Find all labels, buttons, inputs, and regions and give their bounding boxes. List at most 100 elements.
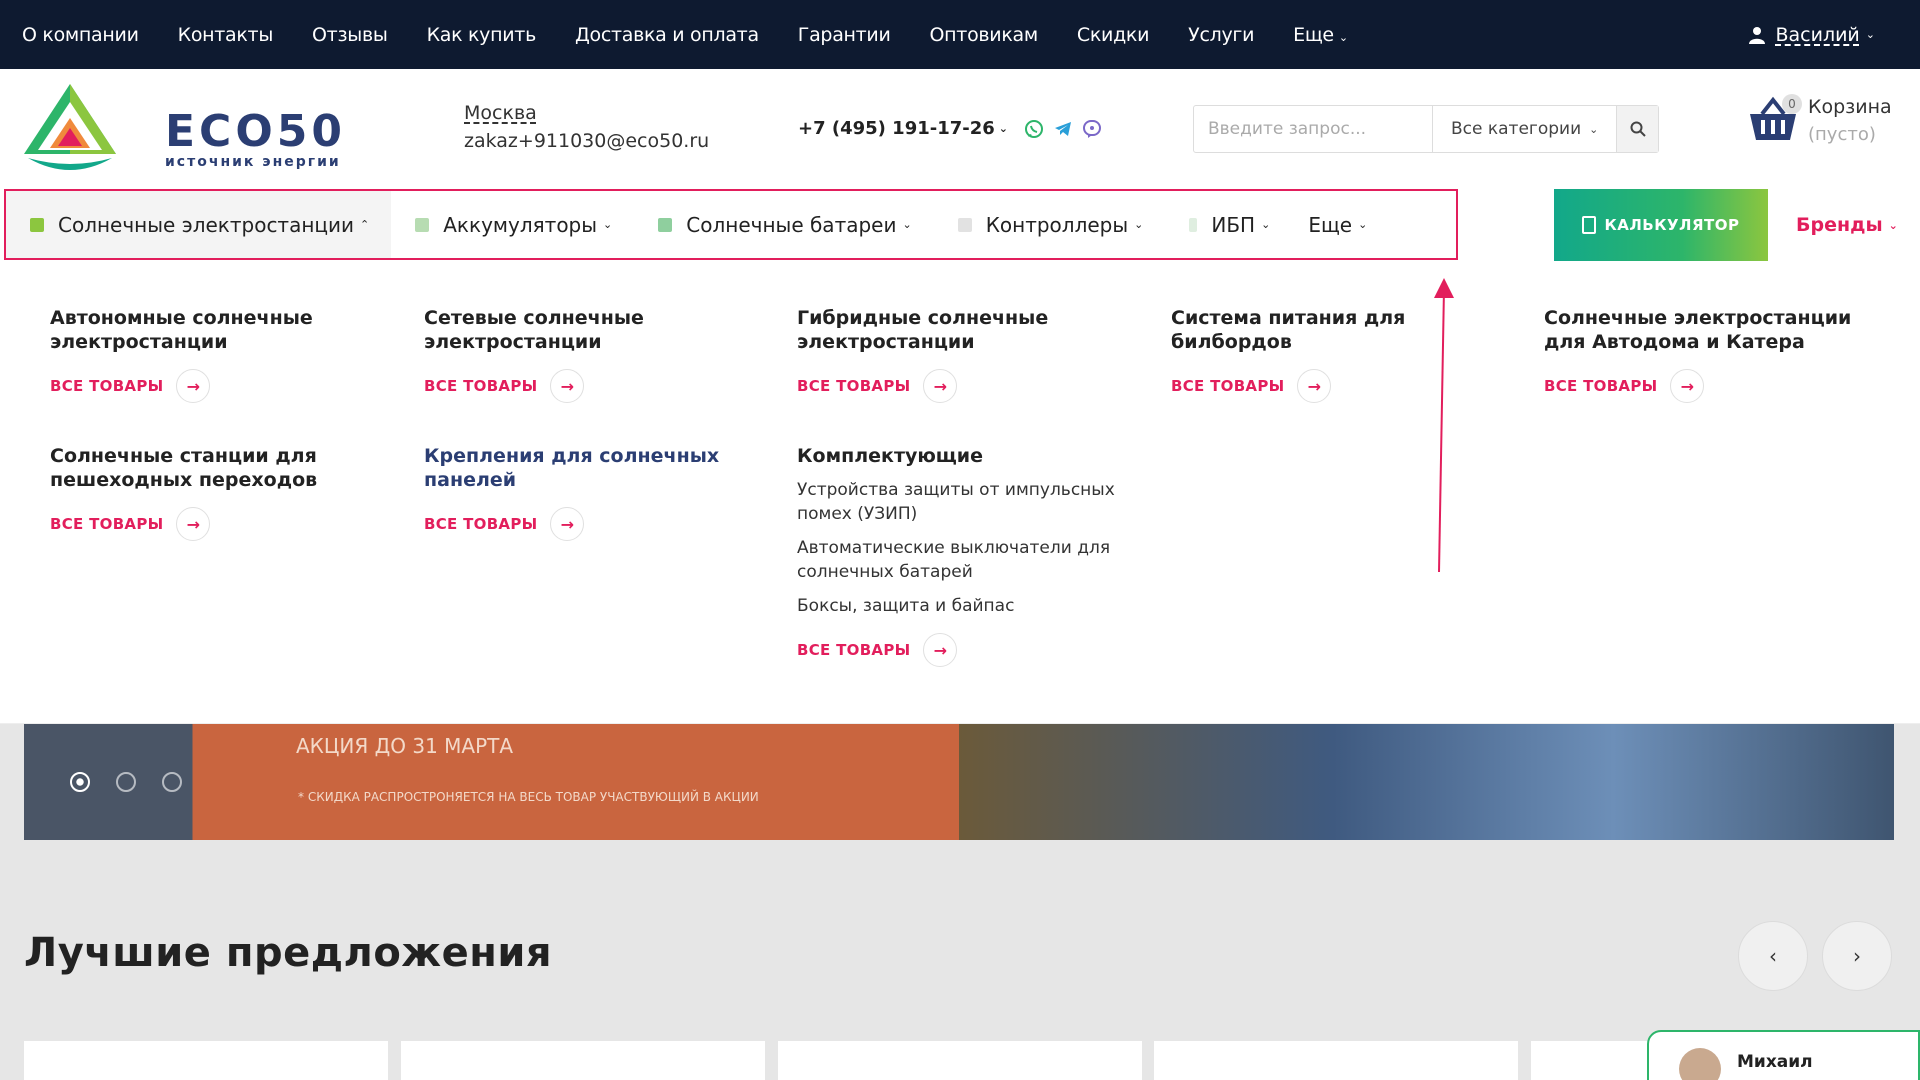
cart[interactable]: 0 Корзина (пусто) [1748, 94, 1892, 145]
arrow-right-icon: → [1670, 369, 1705, 403]
all-products-label: ВСЕ ТОВАРЫ [1544, 377, 1658, 395]
user-menu[interactable]: Василий ⌄ [1749, 0, 1875, 69]
top-nav-services[interactable]: Услуги [1188, 24, 1254, 46]
mega-item-title[interactable]: Солнечные станции для пешеходных переход… [50, 444, 390, 492]
search-button[interactable] [1616, 106, 1658, 152]
all-products-label: ВСЕ ТОВАРЫ [50, 377, 164, 395]
all-products-label: ВСЕ ТОВАРЫ [424, 515, 538, 533]
catalog-nav: Солнечные электростанции ⌃ Аккумуляторы … [0, 189, 1920, 261]
chevron-down-icon: ⌄ [902, 218, 912, 231]
mega-item-title[interactable]: Комплектующие [797, 444, 1137, 468]
search-bar: Все категории ⌄ [1193, 105, 1659, 153]
all-products-label: ВСЕ ТОВАРЫ [797, 377, 911, 395]
slider-dots [70, 772, 208, 792]
basket: 0 [1748, 94, 1802, 142]
chevron-down-icon[interactable]: ⌄ [999, 122, 1008, 135]
search-input[interactable] [1194, 106, 1432, 152]
city-selector[interactable]: Москва [464, 102, 709, 124]
telegram-icon[interactable] [1053, 119, 1073, 139]
whatsapp-icon[interactable] [1024, 119, 1044, 139]
top-nav-about[interactable]: О компании [22, 24, 139, 46]
top-nav-contacts[interactable]: Контакты [178, 24, 274, 46]
chevron-down-icon: ⌄ [1589, 122, 1599, 136]
mega-subitem[interactable]: Устройства защиты от импульсных помех (У… [797, 478, 1137, 526]
contacts-block: Москва zakaz+911030@eco50.ru [464, 102, 709, 152]
all-products-link[interactable]: ВСЕ ТОВАРЫ → [424, 369, 764, 403]
slider-dot[interactable] [116, 772, 136, 792]
calculator-button[interactable]: КАЛЬКУЛЯТОР [1554, 189, 1768, 261]
email-link[interactable]: zakaz+911030@eco50.ru [464, 130, 709, 152]
mega-subitem[interactable]: Боксы, защита и байпас [797, 594, 1137, 618]
mega-item-hybrid: Гибридные солнечные электростанции ВСЕ Т… [797, 306, 1137, 403]
cart-label: Корзина [1808, 96, 1892, 118]
annotation-arrow-icon [1434, 278, 1454, 572]
chevron-down-icon: ⌄ [1865, 28, 1875, 41]
all-products-link[interactable]: ВСЕ ТОВАРЫ → [50, 369, 390, 403]
section-title: Лучшие предложения [24, 930, 553, 976]
logo-name: ECO50 [165, 106, 346, 157]
top-nav-delivery[interactable]: Доставка и оплата [575, 24, 759, 46]
top-nav-warranty[interactable]: Гарантии [798, 24, 891, 46]
catnav-solar-stations[interactable]: Солнечные электростанции ⌃ [6, 191, 392, 258]
mega-item-title[interactable]: Солнечные электростанции для Автодома и … [1544, 306, 1894, 354]
avatar [1679, 1048, 1721, 1080]
brands-menu[interactable]: Бренды ⌄ [1796, 189, 1898, 261]
all-products-label: ВСЕ ТОВАРЫ [1171, 377, 1285, 395]
mega-item-title[interactable]: Гибридные солнечные электростанции [797, 306, 1137, 354]
product-card[interactable] [24, 1041, 388, 1080]
chevron-right-icon: › [1853, 944, 1861, 968]
mega-item-title[interactable]: Автономные солнечные электростанции [50, 306, 390, 354]
slider-dot[interactable] [70, 772, 90, 792]
slider-next-button[interactable]: › [1822, 921, 1892, 991]
all-products-link[interactable]: ВСЕ ТОВАРЫ → [797, 369, 1137, 403]
category-select-value: Все категории [1451, 119, 1582, 139]
top-nav-more[interactable]: Еще ⌄ [1293, 24, 1348, 46]
cart-status: (пусто) [1808, 124, 1876, 145]
viber-icon[interactable] [1082, 119, 1102, 139]
product-card[interactable] [778, 1041, 1142, 1080]
chevron-left-icon: ‹ [1769, 944, 1777, 968]
mega-item-title[interactable]: Система питания для билбордов [1171, 306, 1511, 354]
social-links [1024, 119, 1111, 139]
top-nav-how-to-buy[interactable]: Как купить [427, 24, 537, 46]
all-products-link[interactable]: ВСЕ ТОВАРЫ → [50, 507, 390, 541]
mega-subitem[interactable]: Автоматические выключатели для солнечных… [797, 536, 1137, 584]
all-products-link[interactable]: ВСЕ ТОВАРЫ → [424, 507, 764, 541]
catnav-batteries[interactable]: Аккумуляторы ⌄ [391, 191, 634, 258]
all-products-link[interactable]: ВСЕ ТОВАРЫ → [1544, 369, 1894, 403]
top-nav-discounts[interactable]: Скидки [1077, 24, 1150, 46]
mega-item-grid: Сетевые солнечные электростанции ВСЕ ТОВ… [424, 306, 764, 403]
catnav-solar-panels[interactable]: Солнечные батареи ⌄ [634, 191, 933, 258]
promo-banner[interactable]: АКЦИЯ ДО 31 МАРТА * СКИДКА РАСПРОСТРОНЯЕ… [24, 724, 1894, 840]
catnav-more[interactable]: Еще ⌄ [1292, 191, 1389, 258]
category-select[interactable]: Все категории ⌄ [1432, 106, 1616, 152]
catnav-solar-panels-label: Солнечные батареи [686, 212, 897, 237]
chat-widget[interactable]: Михаил [1647, 1030, 1920, 1080]
catnav-controllers[interactable]: Контроллеры ⌄ [934, 191, 1166, 258]
mega-item-title[interactable]: Сетевые солнечные электростанции [424, 306, 764, 354]
chevron-down-icon: ⌄ [1338, 30, 1348, 44]
product-card[interactable] [1154, 1041, 1518, 1080]
catnav-ups-label: ИБП [1211, 212, 1256, 237]
all-products-link[interactable]: ВСЕ ТОВАРЫ → [797, 633, 1137, 667]
slider-prev-button[interactable]: ‹ [1738, 921, 1808, 991]
user-icon [1749, 26, 1766, 44]
slider-dot[interactable] [162, 772, 182, 792]
logo[interactable]: ECO50 источник энергии [22, 82, 342, 177]
calculator-label: КАЛЬКУЛЯТОР [1604, 216, 1740, 234]
top-nav-reviews[interactable]: Отзывы [312, 24, 388, 46]
top-nav-wholesale[interactable]: Оптовикам [930, 24, 1039, 46]
arrow-right-icon: → [923, 369, 958, 403]
product-card[interactable] [401, 1041, 765, 1080]
mega-item-title[interactable]: Крепления для солнечных панелей [424, 444, 764, 492]
catnav-more-label: Еще [1308, 212, 1353, 237]
all-products-link[interactable]: ВСЕ ТОВАРЫ → [1171, 369, 1511, 403]
banner-note: * СКИДКА РАСПРОСТРОНЯЕТСЯ НА ВЕСЬ ТОВАР … [298, 790, 759, 804]
phone-number[interactable]: +7 (495) 191-17-26 [798, 118, 995, 139]
catnav-ups[interactable]: ИБП ⌄ [1165, 191, 1292, 258]
controller-icon [957, 217, 972, 232]
product-card[interactable] [1531, 1041, 1651, 1080]
solar-station-icon [30, 217, 44, 232]
phone-block: +7 (495) 191-17-26 ⌄ [798, 118, 1111, 139]
mega-item-components: Комплектующие Устройства защиты от импул… [797, 444, 1137, 667]
